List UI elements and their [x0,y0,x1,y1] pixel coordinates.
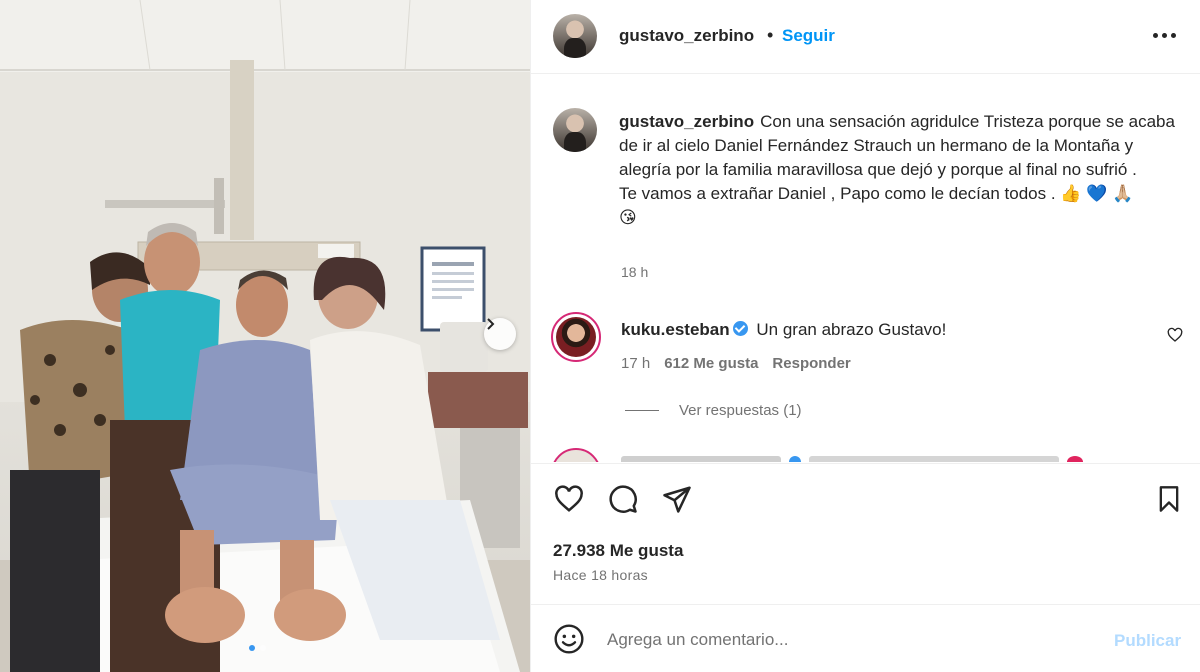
next-comment-heart-emoji [1067,456,1083,462]
follow-button[interactable]: Seguir [782,26,835,46]
comment-likes[interactable]: 612 Me gusta [664,355,758,372]
likes-count[interactable]: 27.938 Me gusta [553,541,683,561]
post-details-panel: gustavo_zerbino • Seguir gustavo_zerbino… [530,0,1200,672]
publish-button[interactable]: Publicar [1114,631,1181,651]
save-bookmark-icon[interactable] [1155,484,1183,514]
next-verified-badge-icon [789,456,801,462]
comment-timestamp[interactable]: 17 h [621,355,650,372]
comment: kuku.esteban Un gran abrazo Gustavo! [621,320,946,340]
carousel-dot-active [249,645,255,651]
caption-timestamp[interactable]: 18 h [621,264,648,280]
post-timestamp[interactable]: Hace 18 horas [553,567,648,583]
comment-meta: 17 h 612 Me gusta Responder [621,355,851,372]
next-comment-partial [551,446,1191,462]
caption-text-line2: Te vamos a extrañar Daniel , Papo como l… [619,184,1134,203]
next-commenter-avatar[interactable] [551,448,601,462]
share-paper-plane-icon[interactable] [661,484,693,514]
more-options-icon[interactable] [1153,26,1179,46]
comment-bubble-icon[interactable] [607,484,639,514]
replies-divider [625,410,659,411]
caption-text-line3: 😘 [619,208,637,227]
commenter-avatar [556,317,596,357]
hospital-room-photo [0,0,530,672]
post-photo[interactable] [0,0,530,672]
post-header: gustavo_zerbino • Seguir [531,0,1200,74]
caption-username[interactable]: gustavo_zerbino [619,112,754,131]
reply-button[interactable]: Responder [772,355,850,372]
comment-input[interactable] [607,625,1087,655]
next-comment-text [809,456,1059,462]
post-actions: 27.938 Me gusta Hace 18 horas [531,463,1200,603]
carousel-indicator [249,645,266,651]
post-caption: gustavo_zerbino Con una sensación agridul… [619,110,1179,230]
emoji-smiley-icon[interactable] [553,623,585,655]
comment-like-heart-icon[interactable] [1167,327,1183,343]
author-username[interactable]: gustavo_zerbino [619,26,754,46]
commenter-username[interactable]: kuku.esteban [621,320,730,339]
carousel-next-button[interactable] [484,318,516,350]
comment-composer: Publicar [531,604,1200,672]
view-replies-button[interactable]: Ver respuestas (1) [625,402,802,419]
next-commenter-username[interactable] [621,456,781,462]
separator-dot: • [767,25,774,45]
view-replies-label: Ver respuestas (1) [679,402,802,419]
chevron-right-icon [487,318,495,330]
verified-badge-icon [732,321,748,336]
like-heart-icon[interactable] [553,484,585,514]
carousel-dot [260,645,266,651]
commenter-avatar-ring[interactable] [551,312,601,362]
comment-text: Un gran abrazo Gustavo! [756,320,947,339]
caption-author-avatar[interactable] [553,108,597,152]
author-avatar[interactable] [553,14,597,58]
